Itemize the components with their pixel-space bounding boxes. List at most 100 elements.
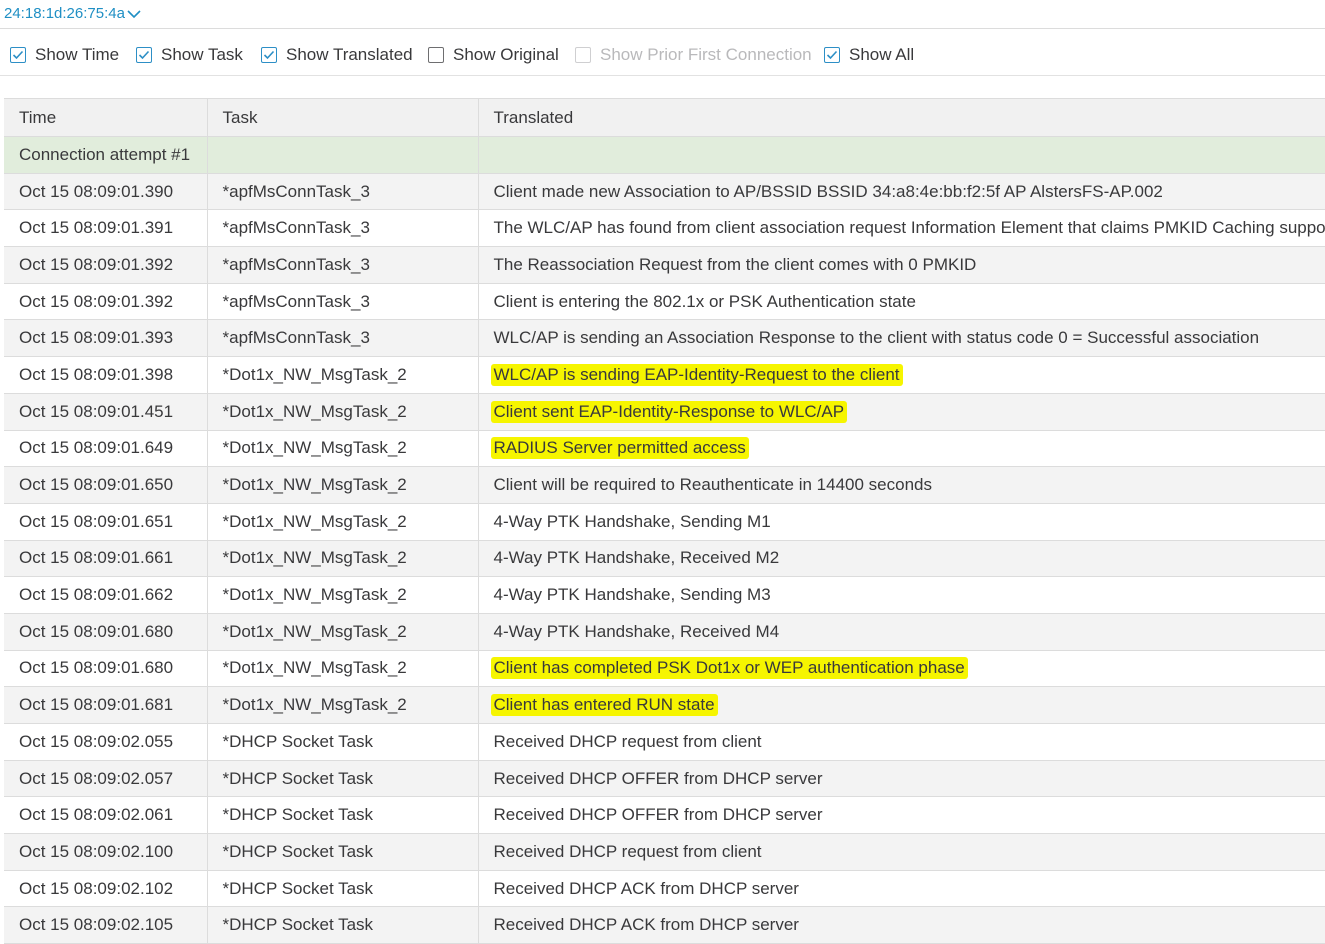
show-all-checkbox[interactable]: Show All bbox=[824, 45, 914, 65]
table-row[interactable]: Oct 15 08:09:01.650*Dot1x_NW_MsgTask_2Cl… bbox=[4, 467, 1325, 504]
translated-message: 4-Way PTK Handshake, Received M2 bbox=[491, 548, 780, 567]
checkbox-box[interactable] bbox=[428, 47, 444, 63]
task-cell: *Dot1x_NW_MsgTask_2 bbox=[207, 577, 478, 614]
time-cell: Oct 15 08:09:01.391 bbox=[4, 210, 207, 247]
translated-cell: The Reassociation Request from the clien… bbox=[478, 247, 1325, 284]
translated-cell: Client sent EAP-Identity-Response to WLC… bbox=[478, 393, 1325, 430]
table-row[interactable]: Oct 15 08:09:01.390*apfMsConnTask_3Clien… bbox=[4, 173, 1325, 210]
task-cell: *Dot1x_NW_MsgTask_2 bbox=[207, 467, 478, 504]
checkbox-box[interactable] bbox=[10, 47, 26, 63]
chevron-down-icon bbox=[127, 9, 141, 19]
task-cell: *DHCP Socket Task bbox=[207, 724, 478, 761]
translated-cell: 4-Way PTK Handshake, Received M4 bbox=[478, 613, 1325, 650]
show-prior-first-connection-checkbox[interactable]: Show Prior First Connection bbox=[575, 45, 812, 65]
time-cell: Oct 15 08:09:02.102 bbox=[4, 870, 207, 907]
task-cell: *DHCP Socket Task bbox=[207, 834, 478, 871]
translated-cell: Received DHCP ACK from DHCP server bbox=[478, 907, 1325, 944]
checkbox-box[interactable] bbox=[824, 47, 840, 63]
table-row[interactable]: Oct 15 08:09:01.661*Dot1x_NW_MsgTask_24-… bbox=[4, 540, 1325, 577]
show-time-checkbox[interactable]: Show Time bbox=[10, 45, 119, 65]
time-cell: Oct 15 08:09:01.451 bbox=[4, 393, 207, 430]
table-row[interactable]: Oct 15 08:09:01.451*Dot1x_NW_MsgTask_2Cl… bbox=[4, 393, 1325, 430]
checkbox-box[interactable] bbox=[575, 47, 591, 63]
checkbox-box[interactable] bbox=[136, 47, 152, 63]
highlighted-message: Client has completed PSK Dot1x or WEP au… bbox=[491, 657, 968, 679]
time-cell: Oct 15 08:09:01.649 bbox=[4, 430, 207, 467]
translated-message: 4-Way PTK Handshake, Received M4 bbox=[491, 622, 780, 641]
time-cell: Oct 15 08:09:02.055 bbox=[4, 724, 207, 761]
task-cell: *DHCP Socket Task bbox=[207, 797, 478, 834]
task-cell: *apfMsConnTask_3 bbox=[207, 283, 478, 320]
column-header-translated[interactable]: Translated bbox=[478, 99, 1325, 137]
table-row[interactable]: Oct 15 08:09:01.392*apfMsConnTask_3Clien… bbox=[4, 283, 1325, 320]
table-row[interactable]: Oct 15 08:09:01.680*Dot1x_NW_MsgTask_24-… bbox=[4, 613, 1325, 650]
translated-cell: WLC/AP is sending an Association Respons… bbox=[478, 320, 1325, 357]
table-row[interactable]: Oct 15 08:09:01.398*Dot1x_NW_MsgTask_2WL… bbox=[4, 357, 1325, 394]
checkbox-label: Show All bbox=[849, 45, 914, 65]
translated-cell: WLC/AP is sending EAP-Identity-Request t… bbox=[478, 357, 1325, 394]
translated-message: The Reassociation Request from the clien… bbox=[491, 255, 977, 274]
log-table-body: Connection attempt #1 Oct 15 08:09:01.39… bbox=[4, 137, 1325, 944]
table-row[interactable]: Oct 15 08:09:01.391*apfMsConnTask_3The W… bbox=[4, 210, 1325, 247]
checkmark-icon bbox=[263, 50, 275, 60]
translated-message: Received DHCP request from client bbox=[491, 842, 762, 861]
translated-cell: Received DHCP OFFER from DHCP server bbox=[478, 760, 1325, 797]
table-row[interactable]: Oct 15 08:09:02.102*DHCP Socket TaskRece… bbox=[4, 870, 1325, 907]
translated-cell: The WLC/AP has found from client associa… bbox=[478, 210, 1325, 247]
checkbox-box[interactable] bbox=[261, 47, 277, 63]
translated-message: Client is entering the 802.1x or PSK Aut… bbox=[491, 292, 916, 311]
show-task-checkbox[interactable]: Show Task bbox=[136, 45, 243, 65]
translated-cell: RADIUS Server permitted access bbox=[478, 430, 1325, 467]
translated-cell: 4-Way PTK Handshake, Received M2 bbox=[478, 540, 1325, 577]
table-row[interactable]: Oct 15 08:09:01.393*apfMsConnTask_3WLC/A… bbox=[4, 320, 1325, 357]
translated-cell: 4-Way PTK Handshake, Sending M3 bbox=[478, 577, 1325, 614]
log-table: Time Task Translated Connection attempt … bbox=[4, 98, 1325, 944]
translated-message: Client will be required to Reauthenticat… bbox=[491, 475, 933, 494]
task-cell: *Dot1x_NW_MsgTask_2 bbox=[207, 503, 478, 540]
task-cell: *DHCP Socket Task bbox=[207, 760, 478, 797]
translated-cell: Received DHCP request from client bbox=[478, 724, 1325, 761]
group-empty-cell bbox=[478, 137, 1325, 174]
table-row[interactable]: Oct 15 08:09:02.057*DHCP Socket TaskRece… bbox=[4, 760, 1325, 797]
checkmark-icon bbox=[12, 50, 24, 60]
connection-attempt-group-row[interactable]: Connection attempt #1 bbox=[4, 137, 1325, 174]
time-cell: Oct 15 08:09:01.680 bbox=[4, 650, 207, 687]
time-cell: Oct 15 08:09:01.390 bbox=[4, 173, 207, 210]
highlighted-message: Client has entered RUN state bbox=[491, 694, 718, 716]
table-row[interactable]: Oct 15 08:09:01.681*Dot1x_NW_MsgTask_2Cl… bbox=[4, 687, 1325, 724]
table-row[interactable]: Oct 15 08:09:02.061*DHCP Socket TaskRece… bbox=[4, 797, 1325, 834]
task-cell: *Dot1x_NW_MsgTask_2 bbox=[207, 687, 478, 724]
top-bar: 24:18:1d:26:75:4a bbox=[0, 0, 1325, 29]
highlighted-message: WLC/AP is sending EAP-Identity-Request t… bbox=[491, 364, 903, 386]
group-empty-cell bbox=[207, 137, 478, 174]
checkbox-label: Show Time bbox=[35, 45, 119, 65]
filter-bar: Show Time Show Task Show Translated Show… bbox=[0, 29, 1325, 76]
task-cell: *DHCP Socket Task bbox=[207, 907, 478, 944]
task-cell: *apfMsConnTask_3 bbox=[207, 173, 478, 210]
group-label: Connection attempt #1 bbox=[4, 137, 207, 174]
mac-address-dropdown[interactable]: 24:18:1d:26:75:4a bbox=[4, 5, 141, 22]
translated-message: Received DHCP ACK from DHCP server bbox=[491, 879, 799, 898]
show-original-checkbox[interactable]: Show Original bbox=[428, 45, 559, 65]
time-cell: Oct 15 08:09:01.393 bbox=[4, 320, 207, 357]
task-cell: *Dot1x_NW_MsgTask_2 bbox=[207, 357, 478, 394]
table-row[interactable]: Oct 15 08:09:01.651*Dot1x_NW_MsgTask_24-… bbox=[4, 503, 1325, 540]
translated-cell: Received DHCP request from client bbox=[478, 834, 1325, 871]
table-row[interactable]: Oct 15 08:09:02.100*DHCP Socket TaskRece… bbox=[4, 834, 1325, 871]
column-header-task[interactable]: Task bbox=[207, 99, 478, 137]
show-translated-checkbox[interactable]: Show Translated bbox=[261, 45, 413, 65]
time-cell: Oct 15 08:09:01.662 bbox=[4, 577, 207, 614]
table-header-row: Time Task Translated bbox=[4, 99, 1325, 137]
table-row[interactable]: Oct 15 08:09:01.392*apfMsConnTask_3The R… bbox=[4, 247, 1325, 284]
task-cell: *Dot1x_NW_MsgTask_2 bbox=[207, 650, 478, 687]
table-row[interactable]: Oct 15 08:09:01.649*Dot1x_NW_MsgTask_2RA… bbox=[4, 430, 1325, 467]
table-row[interactable]: Oct 15 08:09:02.105*DHCP Socket TaskRece… bbox=[4, 907, 1325, 944]
translated-message: 4-Way PTK Handshake, Sending M1 bbox=[491, 512, 771, 531]
translated-message: WLC/AP is sending an Association Respons… bbox=[491, 328, 1260, 347]
table-row[interactable]: Oct 15 08:09:02.055*DHCP Socket TaskRece… bbox=[4, 724, 1325, 761]
translated-cell: Client made new Association to AP/BSSID … bbox=[478, 173, 1325, 210]
table-row[interactable]: Oct 15 08:09:01.662*Dot1x_NW_MsgTask_24-… bbox=[4, 577, 1325, 614]
task-cell: *apfMsConnTask_3 bbox=[207, 247, 478, 284]
column-header-time[interactable]: Time bbox=[4, 99, 207, 137]
table-row[interactable]: Oct 15 08:09:01.680*Dot1x_NW_MsgTask_2 Cl… bbox=[4, 650, 1325, 687]
